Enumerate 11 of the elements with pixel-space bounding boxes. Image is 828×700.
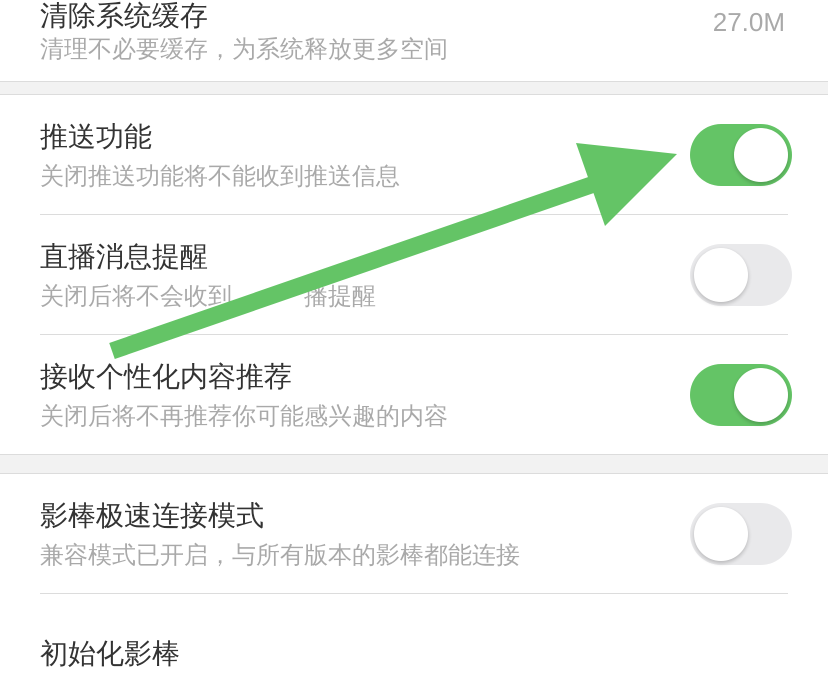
- setting-title: 接收个性化内容推荐: [40, 359, 292, 395]
- setting-description: 清理不必要缓存，为系统释放更多空间: [40, 35, 448, 63]
- setting-description: 兼容模式已开启，与所有版本的影棒都能连接: [40, 541, 520, 569]
- size-value: 27.0M: [712, 6, 785, 38]
- setting-title: 推送功能: [40, 119, 152, 155]
- setting-title: 影棒极速连接模式: [40, 498, 264, 534]
- setting-title: 初始化影棒: [40, 636, 180, 672]
- setting-title: 清除系统缓存: [40, 1, 208, 31]
- setting-description: 关闭推送功能将不能收到推送信息: [40, 162, 400, 190]
- setting-description: 关闭后将不再推荐你可能感兴趣的内容: [40, 402, 448, 430]
- setting-title: 直播消息提醒: [40, 239, 208, 275]
